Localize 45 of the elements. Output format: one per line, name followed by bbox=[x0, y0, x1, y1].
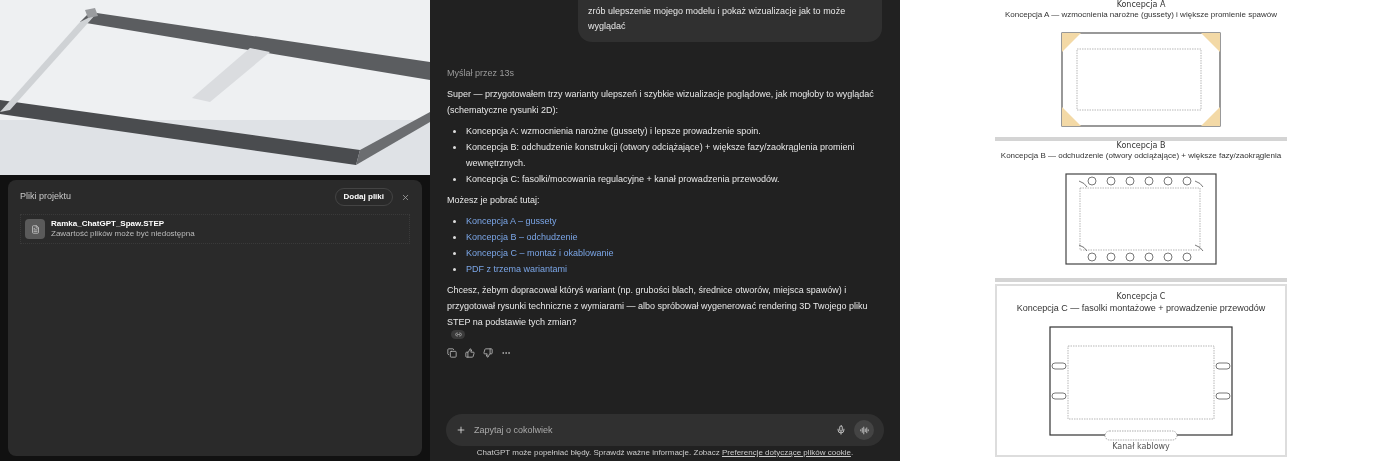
source-icon[interactable] bbox=[451, 330, 465, 339]
input-placeholder: Zapytaj o cokolwiek bbox=[474, 424, 554, 437]
figure-title: Koncepcja B — odchudzenie (otwory odciążające) + większe fazy/zaokrąglenia bbox=[999, 151, 1283, 161]
download-link[interactable]: Koncepcja C – montaż i okablowanie bbox=[466, 245, 614, 261]
microphone-icon[interactable] bbox=[836, 425, 846, 435]
figure-caption: Koncepcja C bbox=[1115, 292, 1167, 302]
panel-title: Pliki projektu bbox=[20, 190, 72, 204]
plus-icon[interactable] bbox=[456, 425, 466, 435]
thumbs-up-icon[interactable] bbox=[465, 348, 475, 358]
download-label: Możesz je pobrać tutaj: bbox=[447, 194, 541, 207]
reply-bullet-text: Koncepcja A: wzmocnienia narożne (gussety) i lepsze prowadzenie spoin. bbox=[466, 125, 761, 138]
reply-bullet-text: Koncepcja B: odchudzenie konstrukcji (otwory odciążające) + większe fazy/zaokrąglenia promieni wewnętrznych. bbox=[466, 141, 856, 170]
waveform-icon bbox=[859, 425, 869, 435]
bullet-icon bbox=[453, 268, 456, 271]
voice-button[interactable] bbox=[854, 420, 874, 440]
download-link[interactable]: Koncepcja A – gussety bbox=[466, 213, 557, 229]
channel-label: Kanał kablowy bbox=[1111, 442, 1171, 451]
thinking-time[interactable]: Myślał przez 13s bbox=[447, 65, 884, 81]
bullet-icon bbox=[453, 220, 456, 223]
reply-bullet-text: Koncepcja C: fasolki/mocowania regulacyjne + kanał prowadzenia przewodów. bbox=[466, 173, 780, 186]
figure-title: Koncepcja A — wzmocnienia narożne (gussety) i większe promienie spawów bbox=[1003, 10, 1279, 20]
disclaimer: ChatGPT może popełniać błędy. Sprawdź ważne informacje. Zobacz Preferencje dotyczące plików cookie. bbox=[475, 448, 855, 458]
figure-caption: Koncepcja A bbox=[1115, 0, 1167, 10]
reply-intro: Super — przygotowałem trzy warianty ulepszeń i szybkie wizualizacje poglądowe, jak mogłoby to wyglądać (schematyczne rysunki 2D): bbox=[447, 88, 875, 117]
file-note: Zawartość plików może być niedostępna bbox=[51, 229, 195, 239]
figure-title: Koncepcja C — fasolki montażowe + prowadzenie przewodów bbox=[1015, 302, 1267, 314]
document-icon bbox=[30, 224, 40, 234]
file-item[interactable]: Ramka_ChatGPT_Spaw.STEP Zawartość plików może być niedostępna bbox=[20, 214, 410, 244]
bullet-icon bbox=[453, 146, 456, 149]
close-icon[interactable] bbox=[401, 192, 410, 202]
figure-caption: Koncepcja B bbox=[1115, 141, 1167, 151]
copy-icon[interactable] bbox=[447, 348, 457, 358]
bullet-icon bbox=[453, 130, 456, 133]
bullet-icon bbox=[453, 236, 456, 239]
download-link[interactable]: Koncepcja B – odchudzenie bbox=[466, 229, 578, 245]
message-input[interactable]: Zapytaj o cokolwiek bbox=[446, 414, 884, 446]
user-message: zrób ulepszenie mojego modelu i pokaż wizualizacje jak to może wyglądać bbox=[578, 0, 882, 42]
file-name: Ramka_ChatGPT_Spaw.STEP bbox=[51, 219, 166, 229]
cookie-link[interactable]: Preferencje dotyczące plików cookie bbox=[722, 448, 851, 457]
download-link[interactable]: PDF z trzema wariantami bbox=[466, 261, 568, 277]
link-icon bbox=[454, 331, 462, 338]
bullet-icon bbox=[453, 178, 456, 181]
bullet-icon bbox=[453, 252, 456, 255]
thumbs-down-icon[interactable] bbox=[483, 348, 493, 358]
reply-closing: Chcesz, żebym dopracował któryś wariant (np. grubości blach, średnice otworów, miejsca spawów) i przygotował rysunki techniczne z wymiarami — albo spróbował wygenerować rendering 3D Twojego pliku STEP na podstawie tych zmian? bbox=[447, 284, 869, 329]
